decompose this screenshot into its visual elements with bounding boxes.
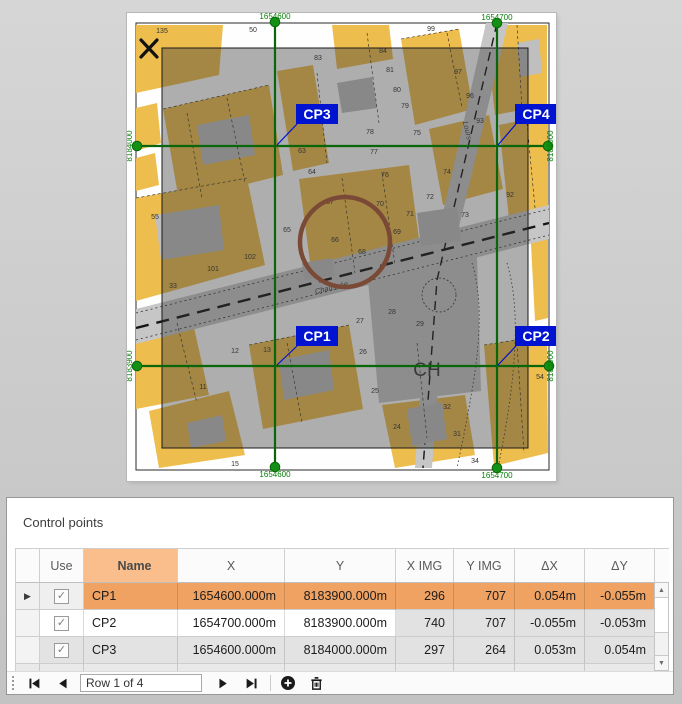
column-header-yimg[interactable]: Y IMG [454, 549, 515, 583]
toolbar-separator [270, 675, 271, 691]
x-cell[interactable]: 1654700.000m [178, 610, 285, 637]
yimg-cell[interactable]: 707 [454, 583, 515, 610]
parcel-number-34: 34 [471, 458, 479, 465]
ximg-cell[interactable]: 740 [396, 610, 454, 637]
grid-coordinate-8183900: 8183900 [127, 350, 134, 382]
control-point-label-text: CP1 [303, 328, 330, 344]
x-cell[interactable]: 1654600.000m [178, 637, 285, 664]
map-canvas[interactable]: 1355099838481807978777675747372717069686… [127, 13, 556, 481]
use-checkbox[interactable]: ✓ [54, 643, 69, 658]
last-row-button[interactable] [242, 674, 260, 692]
row-position-input[interactable] [80, 674, 202, 692]
use-cell: ✓ [40, 583, 84, 610]
grid-coordinate-1654600: 1654600 [259, 13, 291, 21]
grid-coordinate-8184000: 8184000 [546, 130, 555, 162]
use-checkbox[interactable]: ✓ [54, 589, 69, 604]
dy-cell[interactable]: -0.055m [585, 583, 655, 610]
row-indicator-current: ▶ [16, 583, 40, 610]
grid-coordinate-1654600: 1654600 [259, 470, 291, 479]
column-header-dy[interactable]: ΔY [585, 549, 655, 583]
column-header-x[interactable]: X [178, 549, 285, 583]
dx-cell[interactable]: 0.054m [515, 583, 585, 610]
x-cell[interactable]: 1654600.000m [178, 583, 285, 610]
parcel-number-99: 99 [427, 26, 435, 33]
panel-title: Control points [23, 515, 103, 530]
use-checkbox[interactable]: ✓ [54, 616, 69, 631]
delete-row-button[interactable] [307, 674, 325, 692]
yimg-cell[interactable]: 264 [454, 637, 515, 664]
control-point-label-text: CP2 [522, 328, 549, 344]
scrollbar-thumb[interactable] [655, 598, 668, 633]
column-header-ximg[interactable]: X IMG [396, 549, 454, 583]
first-row-button[interactable] [25, 674, 43, 692]
grid-coordinate-1654700: 1654700 [481, 471, 513, 480]
record-navigator [7, 671, 673, 694]
parcel-number-50: 50 [249, 27, 257, 34]
column-header-name[interactable]: Name [84, 549, 178, 583]
table-row-cp1[interactable]: ▶ ✓ CP11654600.000m8183900.000m2967070.054… [15, 583, 669, 610]
toolbar-grip-handle[interactable] [12, 676, 17, 690]
yimg-cell[interactable]: 707 [454, 610, 515, 637]
y-cell[interactable]: 8183900.000m [285, 583, 396, 610]
column-header-row-indicator [16, 549, 40, 583]
control-points-panel: Control points UseNameXYX IMGY IMGΔXΔY ▶… [6, 497, 674, 695]
table-row-cp2[interactable]: ✓ CP21654700.000m8183900.000m740707-0.055… [15, 610, 669, 637]
scroll-down-button[interactable]: ▼ [655, 655, 668, 670]
control-point-label-text: CP3 [303, 106, 330, 122]
dy-cell[interactable]: -0.053m [585, 610, 655, 637]
dx-cell[interactable]: 0.053m [515, 637, 585, 664]
column-header-y[interactable]: Y [285, 549, 396, 583]
parcel-number-54: 54 [536, 374, 544, 381]
control-point-label-text: CP4 [522, 106, 549, 122]
grid-coordinate-8184000: 8184000 [127, 130, 134, 162]
scroll-up-button[interactable]: ▲ [655, 583, 668, 598]
grid-coordinate-8183900: 8183900 [546, 350, 555, 382]
grid-coordinate-1654700: 1654700 [481, 13, 513, 22]
name-cell[interactable]: CP3 [84, 637, 178, 664]
parcel-number-135: 135 [156, 28, 168, 35]
georeference-region-overlay[interactable] [162, 48, 528, 448]
table-header-row: UseNameXYX IMGY IMGΔXΔY [15, 548, 669, 583]
column-header-dx[interactable]: ΔX [515, 549, 585, 583]
ximg-cell[interactable]: 296 [396, 583, 454, 610]
column-header-use[interactable]: Use [40, 549, 84, 583]
dy-cell[interactable]: 0.054m [585, 637, 655, 664]
parcel-number-15: 15 [231, 461, 239, 468]
y-cell[interactable]: 8184000.000m [285, 637, 396, 664]
previous-row-button[interactable] [53, 674, 71, 692]
ximg-cell[interactable]: 297 [396, 637, 454, 664]
use-cell: ✓ [40, 637, 84, 664]
use-cell: ✓ [40, 610, 84, 637]
table-row-cp3[interactable]: ✓ CP31654600.000m8184000.000m2972640.053m… [15, 637, 669, 664]
control-points-table: UseNameXYX IMGY IMGΔXΔY ▶ ✓ CP11654600.000… [15, 548, 669, 672]
row-indicator [16, 610, 40, 637]
dx-cell[interactable]: -0.055m [515, 610, 585, 637]
name-cell[interactable]: CP1 [84, 583, 178, 610]
add-row-button[interactable] [279, 674, 297, 692]
parcel-number-55: 55 [151, 214, 159, 221]
name-cell[interactable]: CP2 [84, 610, 178, 637]
table-scrollbar[interactable]: ▲ ▼ [654, 582, 669, 671]
y-cell[interactable]: 8183900.000m [285, 610, 396, 637]
next-row-button[interactable] [214, 674, 232, 692]
row-indicator [16, 637, 40, 664]
